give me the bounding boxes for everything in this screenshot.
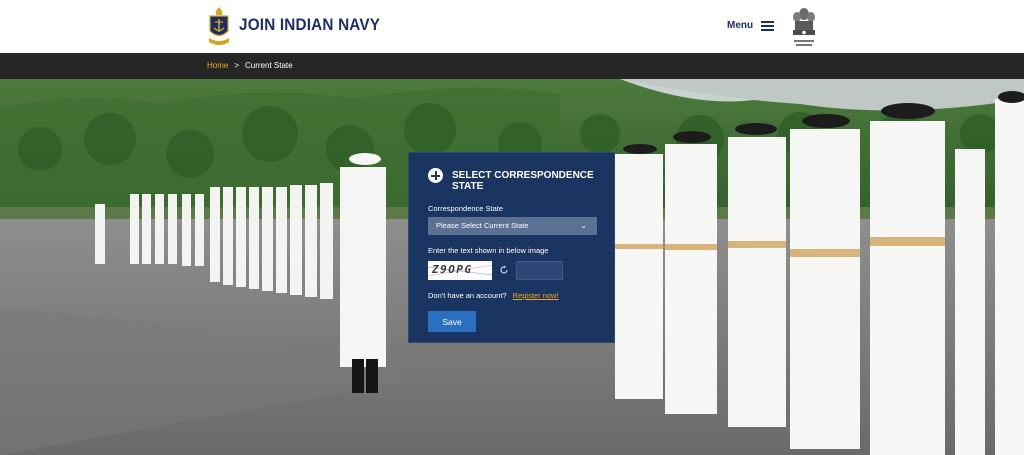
captcha-input[interactable] bbox=[516, 261, 563, 280]
breadcrumb-home-link[interactable]: Home bbox=[207, 61, 228, 70]
account-prompt: Don't have an account? bbox=[428, 291, 507, 300]
plus-circle-icon bbox=[428, 168, 443, 183]
account-row: Don't have an account? Register now! bbox=[428, 291, 559, 300]
correspondence-state-card: SELECT CORRESPONDENCE STATE Corresponden… bbox=[408, 152, 615, 343]
breadcrumb-separator: > bbox=[234, 61, 240, 70]
brand-title[interactable]: JOIN INDIAN NAVY bbox=[239, 15, 380, 35]
navy-crest-icon[interactable] bbox=[207, 6, 231, 48]
register-link[interactable]: Register now! bbox=[513, 291, 559, 300]
site-header: JOIN INDIAN NAVY Menu bbox=[0, 0, 1024, 53]
breadcrumb-current: Current State bbox=[245, 61, 293, 70]
hamburger-icon bbox=[761, 20, 775, 31]
captcha-text: Z9OPG bbox=[432, 263, 473, 276]
dropdown-caret-icon: ⌄ bbox=[580, 221, 587, 230]
card-title: SELECT CORRESPONDENCE STATE bbox=[452, 170, 594, 192]
state-select[interactable]: Please Select Current State ⌄ bbox=[428, 217, 597, 235]
menu-button[interactable]: Menu bbox=[727, 20, 775, 31]
state-select-value: Please Select Current State bbox=[436, 221, 529, 230]
save-button[interactable]: Save bbox=[428, 311, 476, 332]
refresh-icon[interactable] bbox=[499, 265, 509, 275]
state-label: Correspondence State bbox=[428, 204, 504, 213]
captcha-label: Enter the text shown in below image bbox=[428, 246, 549, 255]
captcha-image: Z9OPG bbox=[428, 261, 492, 280]
menu-label: Menu bbox=[727, 20, 754, 31]
breadcrumb: Home > Current State bbox=[207, 61, 293, 70]
breadcrumb-bar: Home > Current State bbox=[0, 53, 1024, 79]
national-emblem-icon bbox=[793, 8, 815, 46]
